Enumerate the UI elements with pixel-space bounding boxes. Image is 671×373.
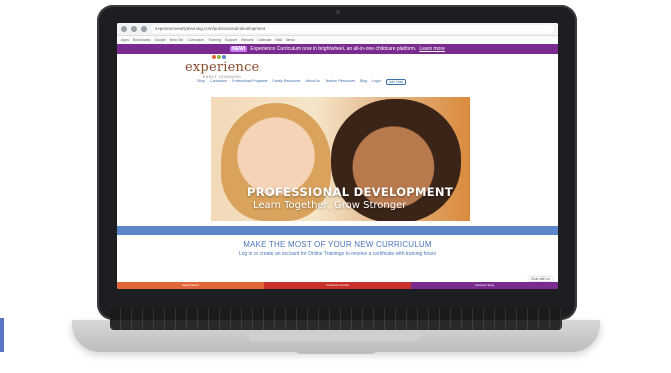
divider-band: [117, 226, 558, 235]
menu-item[interactable]: Curriculum: [210, 79, 227, 85]
announcement-text: Experience Curriculum now in brightwheel…: [250, 46, 417, 52]
new-badge: NEW!: [230, 46, 248, 52]
main-menu: Shop Curriculum Professional Programs Fa…: [197, 79, 407, 85]
menu-item[interactable]: Shop: [197, 79, 205, 85]
logo-dots-icon: [212, 55, 226, 59]
back-button[interactable]: [121, 26, 127, 32]
bookmark-item[interactable]: Bookmarks: [133, 38, 151, 42]
bookmark-item[interactable]: Apps: [121, 38, 129, 42]
keyboard: [110, 308, 562, 330]
menu-item[interactable]: Family Resources: [273, 79, 301, 85]
hero-banner: PROFESSIONAL DEVELOPMENT Learn Together,…: [211, 97, 470, 221]
webcam: [336, 10, 340, 14]
site-header: experience EARLY LEARNING Shop Curriculu…: [117, 54, 558, 86]
bookmark-item[interactable]: Google: [155, 38, 166, 42]
hero-subtitle: Learn Together, Grow Stronger: [253, 200, 407, 211]
address-bar[interactable]: experienceearlylearning.com/professional…: [151, 25, 554, 33]
menu-item[interactable]: Blog: [360, 79, 367, 85]
laptop-notch: [296, 350, 376, 354]
section-subtitle: Log in or create an account for Online T…: [238, 251, 437, 257]
bookmark-item[interactable]: Support: [225, 38, 237, 42]
bookmark-item[interactable]: Reports: [241, 38, 253, 42]
announcement-bar: NEW! Experience Curriculum now in bright…: [117, 44, 558, 54]
bookmark-item[interactable]: Calendar: [257, 38, 271, 42]
training-card[interactable]: Getting Started: [117, 282, 264, 289]
laptop-mockup: experienceearlylearning.com/professional…: [0, 0, 671, 373]
training-card[interactable]: Classroom Setup: [411, 282, 558, 289]
browser-toolbar: experienceearlylearning.com/professional…: [117, 23, 558, 36]
join-now-button[interactable]: Join Now: [385, 79, 407, 85]
bookmark-item[interactable]: Training: [208, 38, 221, 42]
learn-more-link[interactable]: Learn more: [419, 46, 445, 52]
reload-button[interactable]: [141, 26, 147, 32]
forward-button[interactable]: [131, 26, 137, 32]
bookmark-item[interactable]: News: [286, 38, 295, 42]
menu-item[interactable]: Teacher Resources: [325, 79, 355, 85]
menu-item[interactable]: About Us: [306, 79, 320, 85]
bookmark-item[interactable]: Mail: [276, 38, 282, 42]
trackpad: [250, 331, 420, 341]
menu-item[interactable]: Login: [372, 79, 381, 85]
bookmarks-bar: Apps Bookmarks Google New Tab Curriculum…: [117, 36, 558, 44]
section-title: MAKE THE MOST OF YOUR NEW CURRICULUM: [243, 240, 432, 249]
bookmark-item[interactable]: New Tab: [170, 38, 184, 42]
chat-widget[interactable]: Chat with us: [528, 277, 552, 281]
site-logo[interactable]: experience: [185, 60, 259, 75]
training-cards: Getting Started Curriculum Overview Clas…: [117, 282, 558, 289]
bookmark-item[interactable]: Curriculum: [187, 38, 204, 42]
laptop-screen: experienceearlylearning.com/professional…: [117, 23, 558, 289]
training-card[interactable]: Curriculum Overview: [264, 282, 411, 289]
menu-item[interactable]: Professional Programs: [232, 79, 267, 85]
hero-title: PROFESSIONAL DEVELOPMENT: [247, 185, 453, 199]
